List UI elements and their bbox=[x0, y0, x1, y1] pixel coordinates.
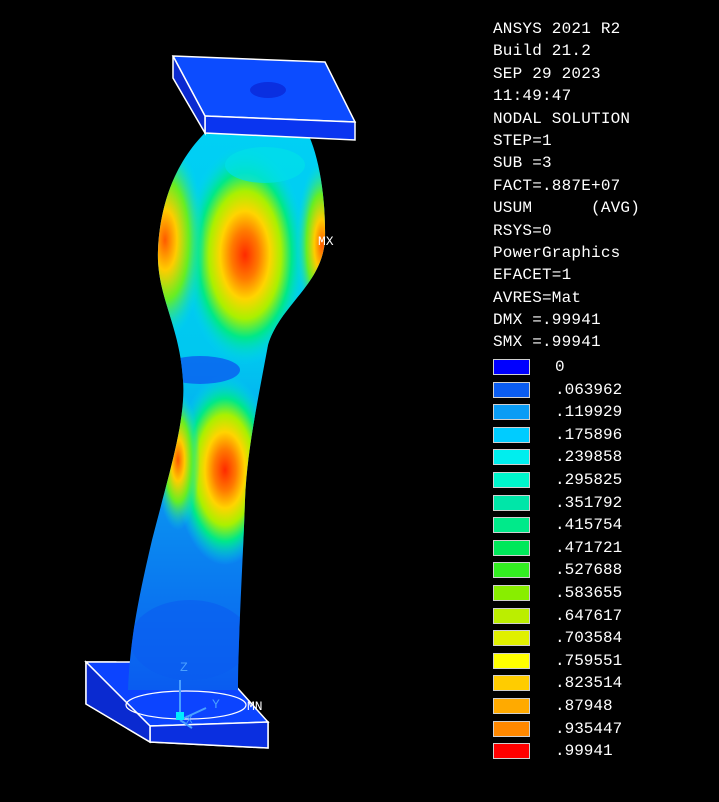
triad-x-label: X bbox=[186, 715, 193, 727]
legend-label: .295825 bbox=[555, 470, 623, 489]
info-line: ANSYS 2021 R2 bbox=[493, 20, 621, 38]
legend-label: .239858 bbox=[555, 448, 623, 467]
legend-label: .471721 bbox=[555, 538, 623, 557]
legend-swatch bbox=[493, 675, 530, 692]
info-line: SUB =3 bbox=[493, 154, 552, 173]
legend-swatch bbox=[493, 404, 530, 421]
info-line: USUM (AVG) bbox=[493, 199, 641, 218]
legend-label: .119929 bbox=[555, 403, 623, 422]
legend-swatch bbox=[493, 381, 530, 398]
info-line: NODAL SOLUTION bbox=[493, 109, 631, 128]
legend-swatch bbox=[493, 359, 530, 375]
column-body bbox=[128, 128, 326, 690]
info-line: 11:49:47 bbox=[493, 87, 572, 106]
legend-label: 0 bbox=[555, 358, 565, 376]
min-marker: MN bbox=[247, 699, 263, 714]
legend-swatch bbox=[493, 652, 530, 669]
info-line: PowerGraphics bbox=[493, 243, 621, 262]
legend-label: .759551 bbox=[555, 651, 623, 670]
legend-swatch bbox=[493, 697, 530, 714]
legend-label: .99941 bbox=[555, 742, 613, 761]
info-line: SEP 29 2023 bbox=[493, 64, 601, 83]
info-line: RSYS=0 bbox=[493, 221, 552, 240]
info-line: SMX =.99941 bbox=[493, 333, 601, 352]
legend-label: .647617 bbox=[555, 606, 623, 625]
legend-label: .935447 bbox=[555, 719, 623, 738]
legend-swatch bbox=[493, 720, 530, 737]
triad-y-label: Y bbox=[212, 697, 220, 712]
info-line: DMX =.99941 bbox=[493, 311, 601, 330]
legend-swatch bbox=[493, 607, 530, 624]
legend-label: .415754 bbox=[555, 516, 623, 535]
max-marker: MX bbox=[318, 234, 334, 249]
legend-swatch bbox=[493, 584, 530, 601]
legend-label: .351792 bbox=[555, 493, 623, 512]
legend-swatch bbox=[493, 630, 530, 647]
solution-info-panel: ANSYS 2021 R2 Build 21.2 SEP 29 2023 11:49:… bbox=[493, 18, 713, 354]
legend-label: .703584 bbox=[555, 629, 623, 648]
legend-label: .823514 bbox=[555, 674, 623, 693]
info-line: Build 21.2 bbox=[493, 42, 592, 61]
info-line: FACT=.887E+07 bbox=[493, 176, 621, 195]
legend-swatch bbox=[493, 743, 530, 760]
legend-label: .583655 bbox=[555, 583, 623, 602]
info-line: EFACET=1 bbox=[493, 266, 572, 285]
legend-label: .87948 bbox=[555, 696, 613, 715]
info-line: STEP=1 bbox=[493, 131, 552, 150]
info-line: AVRES=Mat bbox=[493, 288, 582, 307]
legend-swatch bbox=[493, 539, 530, 556]
top-plate bbox=[171, 55, 357, 141]
legend-swatch bbox=[493, 449, 530, 466]
legend-label: .175896 bbox=[555, 425, 623, 444]
legend-label: .527688 bbox=[555, 561, 623, 580]
legend-swatch bbox=[493, 494, 530, 511]
legend-swatch bbox=[493, 471, 530, 488]
legend-label: .063962 bbox=[555, 380, 623, 399]
triad-z-label: Z bbox=[180, 660, 188, 675]
legend-swatch bbox=[493, 517, 530, 534]
legend-swatch bbox=[493, 562, 530, 579]
legend-swatch bbox=[493, 426, 530, 443]
